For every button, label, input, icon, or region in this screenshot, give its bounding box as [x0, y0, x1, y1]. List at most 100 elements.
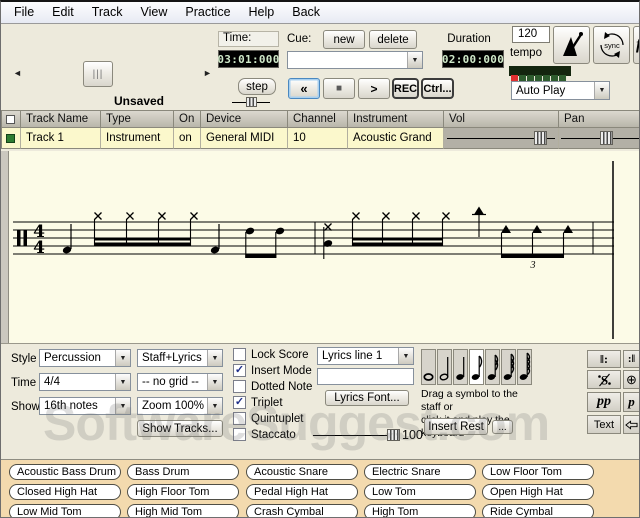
triplet-group[interactable]: 3	[501, 225, 573, 271]
chevron-down-icon[interactable]: ▼	[115, 350, 130, 366]
metronome-button[interactable]	[553, 26, 590, 64]
menu-help[interactable]: Help	[240, 2, 284, 23]
menu-edit[interactable]: Edit	[43, 2, 83, 23]
cue-new-button[interactable]: new	[323, 30, 365, 49]
drum-pad[interactable]: Crash Cymbal	[246, 504, 358, 518]
eighth-note-button[interactable]	[469, 349, 484, 385]
sixteenth-note-button[interactable]	[485, 349, 500, 385]
ctrl-button[interactable]: Ctrl...	[421, 78, 454, 99]
drum-pad[interactable]: High Mid Tom	[127, 504, 239, 518]
end-repeat-button[interactable]: :‖	[623, 350, 640, 368]
sync-button[interactable]: sync	[593, 26, 630, 64]
menu-practice[interactable]: Practice	[176, 2, 239, 23]
drum-pad[interactable]: Low Floor Tom	[482, 464, 594, 480]
staccato-checkbox[interactable]	[233, 428, 246, 441]
drum-pad[interactable]: Acoustic Snare	[246, 464, 358, 480]
rewind-button[interactable]: «	[288, 78, 320, 99]
lyrics-line-select[interactable]: Lyrics line 1▼	[317, 347, 414, 365]
lock-score-checkbox[interactable]	[233, 348, 246, 361]
triplet-checkbox[interactable]: ✓	[233, 396, 246, 409]
select-all-checkbox[interactable]	[6, 115, 15, 124]
chevron-down-icon[interactable]: ▼	[207, 350, 222, 366]
show-tracks-button[interactable]: Show Tracks...	[137, 420, 223, 437]
half-note-button[interactable]	[437, 349, 452, 385]
scroll-right-icon[interactable]: ►	[203, 68, 212, 78]
chevron-down-icon[interactable]: ▼	[115, 374, 130, 390]
track-device-cell[interactable]: General MIDI	[201, 128, 288, 149]
note-bass-drum-quarter[interactable]	[62, 224, 72, 254]
autoplay-select[interactable]: Auto Play ▼	[511, 81, 610, 100]
cue-select[interactable]: ▼	[287, 51, 423, 69]
thirtysecond-note-button[interactable]	[501, 349, 516, 385]
step-slider-thumb[interactable]	[246, 97, 257, 107]
grid-select[interactable]: -- no grid --▼	[137, 373, 223, 391]
drum-pad[interactable]: Pedal High Hat	[246, 484, 358, 500]
track-on-cell[interactable]: on	[174, 128, 201, 149]
chevron-down-icon[interactable]: ▼	[407, 52, 422, 68]
chevron-down-icon[interactable]: ▼	[207, 398, 222, 414]
text-symbol-button[interactable]: Text	[587, 415, 621, 434]
score-area[interactable]: 4 4	[1, 151, 639, 343]
begin-repeat-button[interactable]: ‖:	[587, 350, 621, 368]
track-select-cell[interactable]	[1, 128, 21, 149]
insert-mode-checkbox[interactable]: ✓	[233, 364, 246, 377]
drum-pad[interactable]: Low Tom	[364, 484, 476, 500]
zoom-select[interactable]: Zoom 100%▼	[137, 397, 223, 415]
step-button[interactable]: step	[238, 78, 276, 95]
position-scrollbar-thumb[interactable]: |||	[83, 61, 113, 87]
menu-view[interactable]: View	[132, 2, 177, 23]
velocity-slider-thumb[interactable]	[387, 429, 400, 441]
drum-pad[interactable]: Closed High Hat	[9, 484, 121, 500]
quintuplet-checkbox[interactable]	[233, 412, 246, 425]
chevron-down-icon[interactable]: ▼	[115, 398, 130, 414]
coda-button[interactable]: ⊕	[623, 370, 640, 389]
segno-button[interactable]: S	[587, 370, 621, 389]
menu-file[interactable]: File	[5, 2, 43, 23]
play-button[interactable]: >	[358, 78, 390, 99]
hihat-sixteenth-group[interactable]	[352, 213, 450, 247]
pianissimo-button[interactable]: pp	[587, 392, 621, 412]
drum-pad[interactable]: Low Mid Tom	[9, 504, 121, 518]
show-notes-select[interactable]: 16th notes▼	[39, 397, 131, 415]
drum-pad[interactable]: High Tom	[364, 504, 476, 518]
drum-pad[interactable]: Acoustic Bass Drum	[9, 464, 121, 480]
lyrics-input[interactable]	[317, 368, 414, 385]
layout-select[interactable]: Staff+Lyrics▼	[137, 349, 223, 367]
menu-track[interactable]: Track	[83, 2, 132, 23]
record-button[interactable]: REC	[392, 78, 419, 99]
vol-slider-thumb[interactable]	[534, 131, 547, 145]
sixtyfourth-note-button[interactable]	[517, 349, 532, 385]
drum-pad[interactable]: Electric Snare	[364, 464, 476, 480]
cue-delete-button[interactable]: delete	[369, 30, 417, 49]
chevron-down-icon[interactable]: ▼	[398, 348, 413, 364]
time-signature-select[interactable]: 4/4▼	[39, 373, 131, 391]
percussion-staff[interactable]: 4 4	[1, 151, 640, 343]
drum-pad[interactable]: Bass Drum	[127, 464, 239, 480]
track-instrument-cell[interactable]: Acoustic Grand	[348, 128, 444, 149]
hihat-sixteenth-group[interactable]	[94, 213, 198, 247]
song-position-scrollbar[interactable]: ◄ ||| ►	[7, 61, 217, 87]
piano-button[interactable]: p	[623, 392, 640, 412]
chevron-down-icon[interactable]: ▼	[207, 374, 222, 390]
stop-button[interactable]: ■	[323, 78, 355, 99]
track-type-cell[interactable]: Instrument	[101, 128, 174, 149]
drum-pad[interactable]: Ride Cymbal	[482, 504, 594, 518]
drum-pad[interactable]: High Floor Tom	[127, 484, 239, 500]
menu-back[interactable]: Back	[283, 2, 329, 23]
dotted-note-checkbox[interactable]	[233, 380, 246, 393]
fx-button[interactable]: fx	[633, 26, 640, 64]
note-bass-drum-quarter[interactable]	[210, 224, 220, 254]
tempo-input[interactable]: 120	[512, 26, 550, 43]
scroll-left-icon[interactable]: ◄	[13, 68, 22, 78]
snare-eighth-pair[interactable]	[245, 227, 285, 258]
quarter-note-button[interactable]	[453, 349, 468, 385]
insert-rest-button[interactable]: Insert Rest	[424, 418, 488, 435]
track-active-indicator[interactable]	[6, 134, 15, 143]
more-rest-button[interactable]: ...	[492, 420, 513, 434]
drum-pad[interactable]: Open High Hat	[482, 484, 594, 500]
whole-note-button[interactable]	[421, 349, 436, 385]
back-arrow-button[interactable]	[623, 415, 640, 434]
pan-slider-thumb[interactable]	[600, 131, 613, 145]
style-select[interactable]: Percussion▼	[39, 349, 131, 367]
chevron-down-icon[interactable]: ▼	[594, 82, 609, 99]
